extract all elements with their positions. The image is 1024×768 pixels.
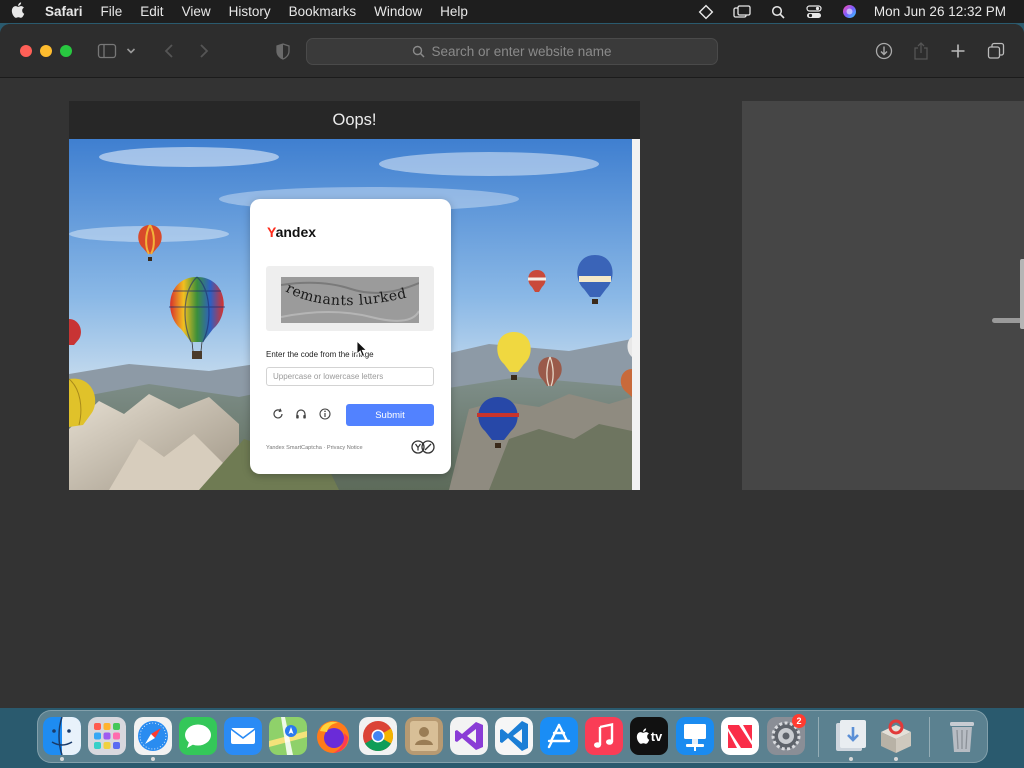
apple-menu-icon[interactable] [0,1,36,22]
menu-bar: Safari File Edit View History Bookmarks … [0,0,1024,23]
page-thumbnail: Yandex remnants lurked Enter the code fr… [69,139,632,490]
back-icon[interactable] [157,39,181,63]
window-close-button[interactable] [20,45,32,57]
captcha-answer-input[interactable] [266,367,434,386]
music-icon[interactable] [585,717,623,755]
address-bar[interactable]: Search or enter website name [306,38,718,65]
dock-separator [818,717,819,757]
screen-mirror-icon[interactable] [724,0,760,23]
tab-preview-title: Oops! [69,101,640,139]
captcha-image: remnants lurked [281,277,419,323]
keynote-icon[interactable] [676,717,714,755]
menu-edit[interactable]: Edit [131,4,172,19]
installer-icon[interactable] [877,717,915,755]
refresh-icon[interactable] [271,407,285,421]
smartcaptcha-logo-icon [411,440,435,454]
tab-preview-edge-highlight [1020,259,1024,329]
vscode-icon[interactable] [495,717,533,755]
tv-icon[interactable]: tv [630,717,668,755]
tab-overview-icon[interactable] [984,39,1008,63]
audio-captcha-icon[interactable] [294,407,308,421]
messages-icon[interactable] [179,717,217,755]
menu-bar-clock[interactable]: Mon Jun 26 12:32 PM [868,4,1024,19]
maps-icon[interactable] [269,717,307,755]
tv-apple-logo-icon [636,728,649,744]
chevron-down-icon[interactable] [123,39,139,63]
firefox-icon[interactable] [314,717,352,755]
installer-running-indicator [894,757,898,761]
menu-view[interactable]: View [173,4,220,19]
launchpad-icon[interactable] [88,717,126,755]
menu-file[interactable]: File [92,4,132,19]
captcha-submit-button[interactable]: Submit [346,404,434,426]
address-placeholder: Search or enter website name [431,44,612,59]
menu-history[interactable]: History [220,4,280,19]
yandex-logo: Yandex [267,224,316,240]
search-icon [412,45,425,58]
tab-overview-area: Oops! Yandex remnants lurked Enter the c… [0,79,1024,708]
safari-window: Search or enter website name Oops! Yande… [0,24,1024,708]
spotlight-icon[interactable] [760,0,796,23]
new-tab-icon[interactable] [946,39,970,63]
downloads-icon[interactable] [832,717,870,755]
captcha-dialog: Yandex remnants lurked Enter the code fr… [250,199,451,474]
download-icon[interactable] [872,39,896,63]
diamond-icon[interactable] [688,0,724,23]
chrome-icon[interactable] [359,717,397,755]
tab-preview-card[interactable]: Oops! Yandex remnants lurked Enter the c… [69,101,640,490]
captcha-footer[interactable]: Yandex SmartCaptcha · Privacy Notice [266,445,363,451]
tv-label: tv [650,728,663,744]
page-thumbnail-scroll-edge [632,139,640,490]
dock-separator-2 [929,717,930,757]
menu-bookmarks[interactable]: Bookmarks [280,4,366,19]
sidebar-icon[interactable] [95,39,119,63]
visual-studio-icon[interactable] [450,717,488,755]
menu-window[interactable]: Window [365,4,431,19]
contacts-icon[interactable] [405,717,443,755]
control-center-icon[interactable] [796,0,832,23]
forward-icon[interactable] [192,39,216,63]
privacy-shield-icon[interactable] [271,39,295,63]
mail-icon[interactable] [224,717,262,755]
settings-notification-badge: 2 [792,714,806,728]
yandex-logo-rest: andex [275,224,317,240]
menu-help[interactable]: Help [431,4,477,19]
news-icon[interactable] [721,717,759,755]
captcha-image-container: remnants lurked [266,266,434,331]
menu-app-name[interactable]: Safari [36,4,92,19]
yandex-logo-letter: Y [267,224,276,240]
window-minimize-button[interactable] [40,45,52,57]
finder-icon[interactable] [43,717,81,755]
app-store-icon[interactable] [540,717,578,755]
share-icon[interactable] [909,39,933,63]
safari-toolbar: Search or enter website name [0,24,1024,78]
trash-icon[interactable] [943,717,981,755]
info-icon[interactable] [318,407,332,421]
safari-icon[interactable] [134,717,172,755]
window-zoom-button[interactable] [60,45,72,57]
downloads-running-indicator [849,757,853,761]
safari-running-indicator [151,757,155,761]
tab-preview-card-2[interactable] [742,101,1024,490]
finder-running-indicator [60,757,64,761]
siri-icon[interactable] [832,0,868,23]
mouse-pointer-icon [356,340,368,358]
